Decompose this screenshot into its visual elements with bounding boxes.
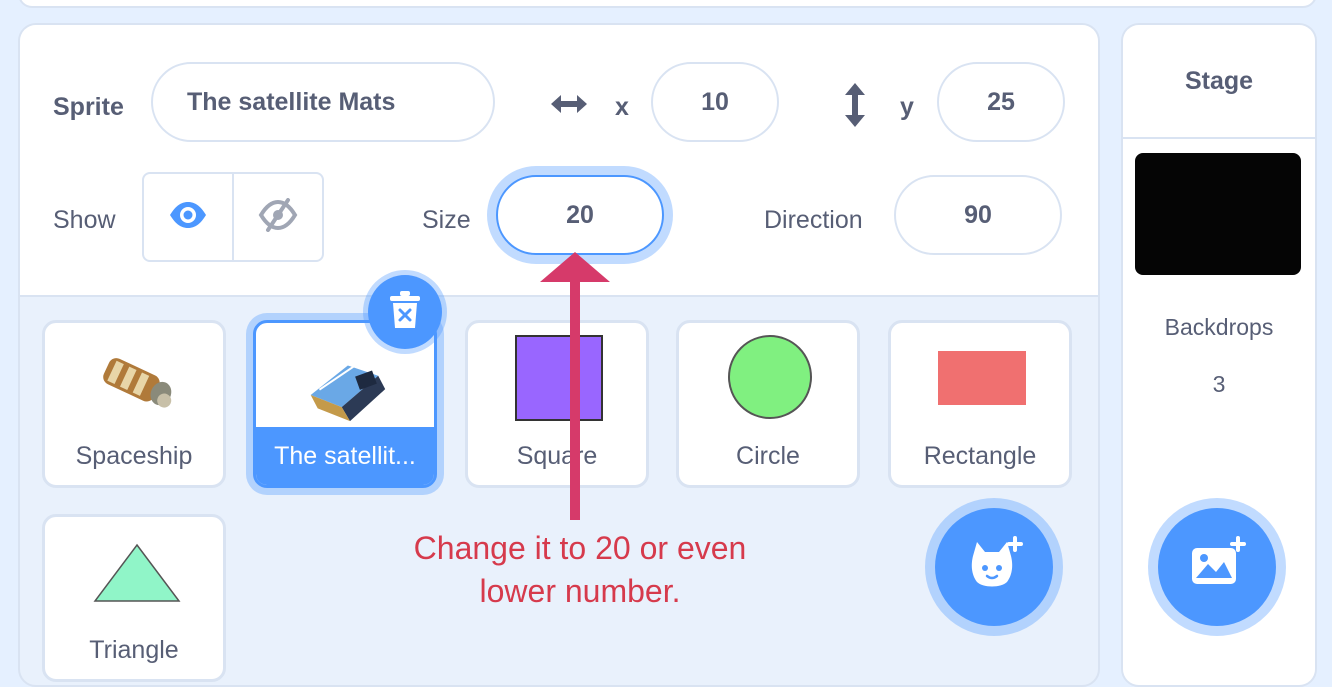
y-input[interactable]: 25 [937,62,1065,142]
rectangle-thumbnail [938,351,1026,405]
satellite-thumbnail [300,341,400,436]
x-input[interactable]: 10 [651,62,779,142]
circle-thumbnail [728,335,812,419]
sprite-label: Sprite [53,93,124,121]
triangle-thumbnail [91,541,183,610]
show-label: Show [53,206,116,234]
stage-title: Stage [1123,25,1315,139]
trash-icon [388,290,422,335]
image-plus-icon [1186,534,1248,601]
y-label: y [900,93,914,121]
sprite-name-input[interactable]: The satellite Mats [151,62,495,142]
sprite-tile-label: Triangle [89,636,179,664]
add-sprite-button[interactable] [935,508,1053,626]
x-label: x [615,93,629,121]
annotation-arrow [540,252,610,520]
direction-label: Direction [764,206,863,234]
size-label: Size [422,206,471,234]
backdrops-label: Backdrops [1164,314,1274,340]
sprite-tile-circle[interactable]: Circle [676,320,860,488]
show-toggle-group [142,172,324,262]
eye-icon [168,200,208,235]
annotation-text: Change it to 20 or even lower number. [413,530,747,609]
sprite-tile-triangle[interactable]: Triangle [42,514,226,682]
sprite-tile-label: Spaceship [75,442,193,470]
add-backdrop-button[interactable] [1158,508,1276,626]
size-input[interactable]: 20 [496,175,664,255]
backdrops-count: 3 [1212,371,1226,397]
direction-input[interactable]: 90 [894,175,1062,255]
cat-plus-icon [963,534,1025,601]
vertical-arrows-icon [840,81,870,134]
sprite-tile-label: Rectangle [923,442,1037,470]
show-button[interactable] [144,174,232,260]
sprite-tile-rectangle[interactable]: Rectangle [888,320,1072,488]
hide-button[interactable] [232,174,322,260]
delete-sprite-button[interactable] [368,275,442,349]
horizontal-arrows-icon [547,89,591,124]
stage-thumbnail[interactable] [1135,153,1301,275]
sprite-tile-label: Circle [736,442,800,470]
top-strip [0,0,1332,24]
eye-off-icon [258,197,298,237]
spaceship-thumbnail [91,343,181,428]
sprite-tile-spaceship[interactable]: Spaceship [42,320,226,488]
sprite-tile-label: The satellit... [274,442,416,470]
